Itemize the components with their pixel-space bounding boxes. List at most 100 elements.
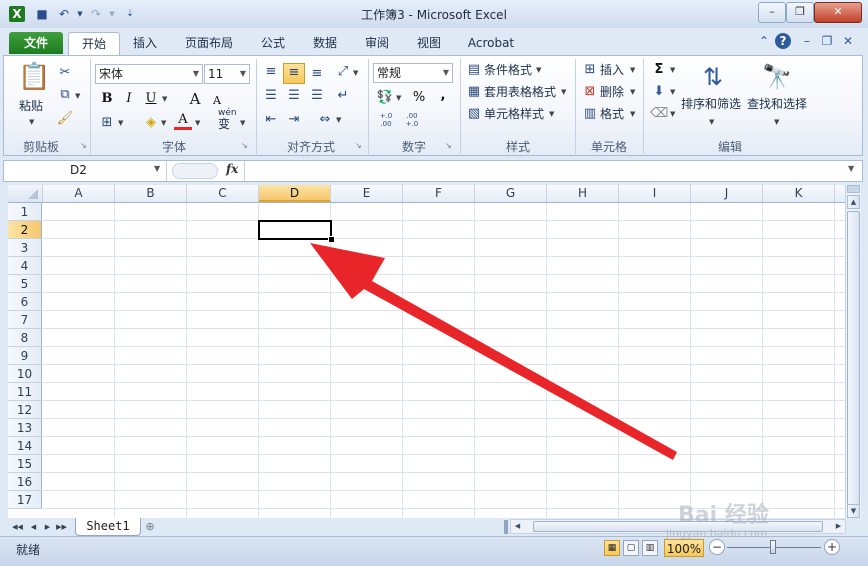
restore-button[interactable]: ❐	[786, 2, 814, 23]
column-header-a[interactable]: A	[43, 185, 115, 202]
tab-page-layout[interactable]: 页面布局	[176, 32, 242, 54]
column-header-c[interactable]: C	[187, 185, 259, 202]
tab-insert[interactable]: 插入	[124, 32, 166, 54]
copy-dropdown-icon[interactable]: ▼	[75, 86, 83, 106]
fill-dropdown-icon[interactable]: ▼	[670, 82, 678, 102]
scroll-down-icon[interactable]: ▼	[847, 504, 860, 518]
insert-cells-icon[interactable]: ⊞	[581, 61, 599, 79]
zoom-level[interactable]: 100%	[664, 539, 704, 557]
close-button[interactable]: ✕	[814, 2, 862, 23]
find-select-icon[interactable]: 🔭	[760, 60, 794, 94]
zoom-in-icon[interactable]: +	[824, 539, 840, 555]
row-header-11[interactable]: 11	[8, 383, 42, 401]
phonetic-button[interactable]: wén 变	[218, 108, 237, 131]
font-size-combo[interactable]: 11 ▼	[204, 64, 250, 84]
tab-file[interactable]: 文件	[9, 32, 63, 54]
column-header-e[interactable]: E	[331, 185, 403, 202]
currency-dropdown-icon[interactable]: ▼	[396, 88, 404, 108]
row-header-9[interactable]: 9	[8, 347, 42, 365]
row-header-12[interactable]: 12	[8, 401, 42, 419]
format-cells-button[interactable]: 格式	[600, 104, 624, 124]
clear-icon[interactable]: ⌫	[650, 105, 668, 123]
column-header-i[interactable]: I	[619, 185, 691, 202]
font-color-dropdown-icon[interactable]: ▼	[195, 113, 203, 133]
number-launcher-icon[interactable]: ↘	[445, 141, 455, 151]
doc-restore-icon[interactable]: ❐	[819, 33, 835, 49]
phonetic-dropdown-icon[interactable]: ▼	[240, 113, 248, 133]
minimize-ribbon-icon[interactable]: ⌃	[756, 33, 772, 49]
column-header-h[interactable]: H	[547, 185, 619, 202]
worksheet-grid[interactable]: ABCDEFGHIJK 1 2 3 4 5 6 7 8 9 10 11 12 13 14 15 16 17	[8, 185, 845, 518]
formula-splitter[interactable]	[172, 163, 218, 179]
tab-data[interactable]: 数据	[304, 32, 346, 54]
scroll-up-icon[interactable]: ▲	[847, 195, 860, 209]
increase-indent-icon[interactable]: ⇥	[285, 111, 303, 129]
italic-button[interactable]: I	[120, 90, 138, 108]
scroll-right-icon[interactable]: ▶	[833, 521, 844, 532]
find-select-dropdown-icon[interactable]: ▼	[774, 112, 782, 132]
column-header-g[interactable]: G	[475, 185, 547, 202]
delete-cells-dropdown-icon[interactable]: ▼	[630, 82, 638, 102]
row-header-8[interactable]: 8	[8, 329, 42, 347]
row-header-10[interactable]: 10	[8, 365, 42, 383]
format-cells-icon[interactable]: ▥	[581, 105, 599, 123]
currency-icon[interactable]: 💱	[376, 89, 394, 107]
new-sheet-icon[interactable]: ⊕	[142, 519, 158, 534]
sort-filter-button[interactable]: 排序和筛选	[681, 94, 741, 114]
page-layout-view-icon[interactable]: ▢	[623, 540, 639, 556]
increase-decimal-button[interactable]: +.0 .00	[374, 112, 398, 130]
zoom-slider-thumb[interactable]	[770, 540, 776, 554]
last-sheet-icon[interactable]: ▶▶	[56, 520, 67, 534]
insert-cells-dropdown-icon[interactable]: ▼	[630, 60, 638, 80]
format-painter-icon[interactable]: 🖌	[56, 110, 74, 128]
chevron-down-icon[interactable]: ▼	[154, 164, 160, 173]
fill-color-dropdown-icon[interactable]: ▼	[161, 113, 169, 133]
doc-close-icon[interactable]: ✕	[840, 33, 856, 49]
underline-button[interactable]: U	[142, 90, 160, 108]
page-break-view-icon[interactable]: ▥	[642, 540, 658, 556]
expand-formula-icon[interactable]: ▼	[848, 164, 854, 173]
row-header-16[interactable]: 16	[8, 473, 42, 491]
name-box[interactable]: D2 ▼	[4, 161, 167, 181]
align-right-icon[interactable]: ☰	[308, 87, 326, 105]
table-format-icon[interactable]: ▦	[465, 83, 483, 101]
autosum-dropdown-icon[interactable]: ▼	[670, 60, 678, 80]
first-sheet-icon[interactable]: ◀◀	[12, 520, 23, 534]
split-handle-icon[interactable]	[847, 185, 860, 193]
zoom-out-icon[interactable]: −	[709, 539, 725, 555]
alignment-launcher-icon[interactable]: ↘	[355, 141, 365, 151]
scroll-left-icon[interactable]: ◀	[512, 521, 523, 532]
sort-filter-icon[interactable]: ⇅	[696, 60, 730, 94]
row-header-14[interactable]: 14	[8, 437, 42, 455]
borders-icon[interactable]: ⊞	[98, 114, 116, 132]
next-sheet-icon[interactable]: ▶	[42, 520, 53, 534]
row-header-5[interactable]: 5	[8, 275, 42, 293]
paste-icon[interactable]: 📋	[18, 60, 50, 94]
align-left-icon[interactable]: ☰	[262, 87, 280, 105]
vertical-scrollbar[interactable]: ▲ ▼	[845, 185, 861, 518]
fill-icon[interactable]: ⬇	[650, 83, 668, 101]
grow-font-button[interactable]: A	[186, 90, 204, 108]
formula-input[interactable]	[250, 163, 844, 179]
cell-styles-icon[interactable]: ▧	[465, 105, 483, 123]
bold-button[interactable]: B	[98, 90, 116, 108]
tab-acrobat[interactable]: Acrobat	[460, 32, 522, 54]
column-header-k[interactable]: K	[763, 185, 835, 202]
comma-button[interactable]: ,	[434, 87, 452, 105]
number-format-combo[interactable]: 常规 ▼	[373, 63, 453, 83]
align-bottom-icon[interactable]: ≡	[308, 65, 326, 83]
fill-handle[interactable]	[328, 236, 335, 243]
sort-filter-dropdown-icon[interactable]: ▼	[709, 112, 717, 132]
column-header-d[interactable]: D	[259, 185, 331, 202]
row-header-17[interactable]: 17	[8, 491, 42, 509]
insert-function-button[interactable]: fx	[226, 162, 238, 176]
decrease-decimal-button[interactable]: .00 +.0	[400, 112, 424, 130]
paste-dropdown-icon[interactable]: ▼	[29, 112, 37, 132]
row-header-3[interactable]: 3	[8, 239, 42, 257]
font-launcher-icon[interactable]: ↘	[241, 141, 251, 151]
find-select-button[interactable]: 查找和选择	[747, 94, 807, 114]
align-top-icon[interactable]: ≡	[262, 63, 280, 81]
merge-center-icon[interactable]: ⇔	[316, 111, 334, 129]
row-header-15[interactable]: 15	[8, 455, 42, 473]
font-color-button[interactable]: A	[174, 112, 192, 130]
